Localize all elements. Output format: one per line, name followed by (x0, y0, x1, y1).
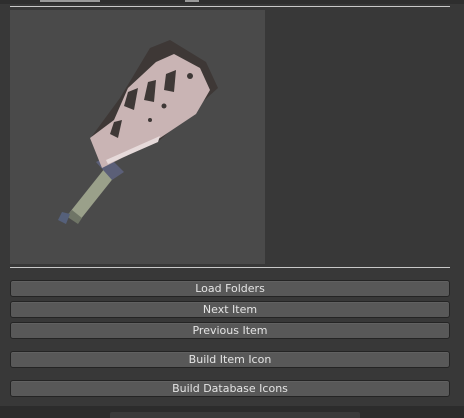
previous-item-button[interactable]: Previous Item (10, 322, 450, 339)
clipped-bottom-element (110, 412, 360, 418)
top-divider (10, 6, 450, 7)
top-scroll-edge (0, 0, 464, 4)
clipped-header-field (185, 0, 199, 2)
item-preview (10, 10, 265, 264)
build-item-icon-button[interactable]: Build Item Icon (10, 351, 450, 368)
next-item-button[interactable]: Next Item (10, 301, 450, 318)
cleaver-sword-icon (58, 40, 218, 224)
sword-handle (70, 168, 115, 220)
build-database-icons-button[interactable]: Build Database Icons (10, 380, 450, 397)
load-folders-button[interactable]: Load Folders (10, 280, 450, 297)
item-icon-builder-panel: Load Folders Next Item Previous Item Bui… (0, 0, 464, 418)
sword-blade (90, 54, 210, 168)
sword-pommel (58, 212, 70, 224)
mid-divider (10, 267, 450, 268)
clipped-header-text (40, 0, 100, 2)
bottom-scroll-edge (0, 406, 464, 418)
